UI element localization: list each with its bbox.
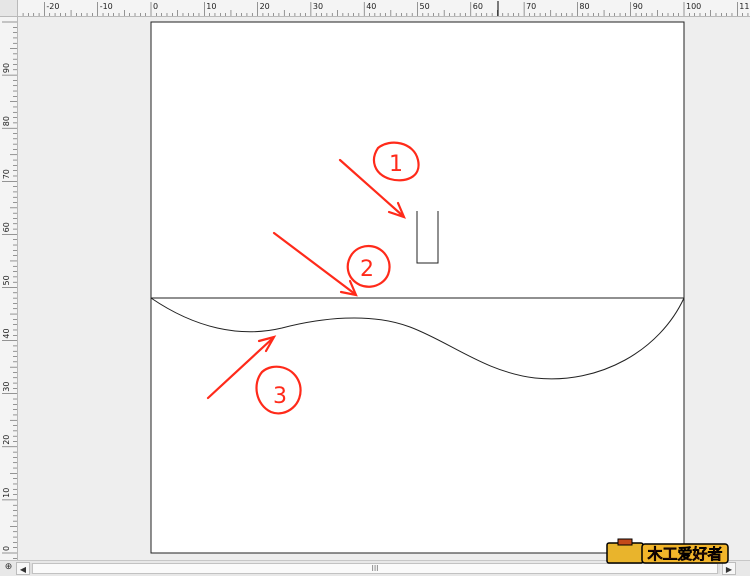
top-ruler-label: -10 <box>100 2 113 11</box>
watermark-graphic: 木工爱好者 <box>606 538 729 564</box>
top-ruler-label: 110 <box>739 2 750 11</box>
left-ruler-label: 90 <box>2 63 11 73</box>
annotation-label-1: 1 <box>389 152 403 177</box>
left-ruler-label: 10 <box>2 488 11 498</box>
top-ruler-ticks: -20 -10 0 10 20 30 40 50 60 70 80 90 100 110 <box>22 2 750 16</box>
site-watermark-logo: 木工爱好者 <box>606 536 730 566</box>
top-ruler-label: 50 <box>420 2 430 11</box>
drawing-svg: -20-100102030405060708090100110 90807060… <box>2 1 750 559</box>
left-ruler-label: 30 <box>2 382 11 392</box>
top-ruler-label: 0 <box>153 2 158 11</box>
top-ruler-label: 100 <box>686 2 701 11</box>
left-ruler-label: 0 <box>2 546 11 551</box>
annotation-label-3: 3 <box>273 384 287 409</box>
top-ruler-label: 80 <box>579 2 589 11</box>
top-ruler-label: 60 <box>473 2 483 11</box>
left-ruler-label: 40 <box>2 328 11 338</box>
top-ruler-label: 70 <box>526 2 536 11</box>
top-ruler-label: 30 <box>313 2 323 11</box>
top-ruler-label: 10 <box>206 2 216 11</box>
svg-text:木工爱好者: 木工爱好者 <box>646 545 722 563</box>
left-ruler-label: 80 <box>2 116 11 126</box>
navigator-icon[interactable]: ⊕ <box>1 561 16 574</box>
scroll-left-button[interactable]: ◀ <box>16 562 30 575</box>
top-ruler-label: 20 <box>260 2 270 11</box>
paper-sheet[interactable] <box>150 21 685 554</box>
left-ruler-label: 50 <box>2 275 11 285</box>
top-ruler-label: 40 <box>366 2 376 11</box>
left-ruler-label: 60 <box>2 222 11 232</box>
left-ruler-label: 70 <box>2 169 11 179</box>
left-ruler-label: 20 <box>2 435 11 445</box>
top-ruler-label: 90 <box>633 2 643 11</box>
annotation-label-2: 2 <box>360 257 374 282</box>
top-ruler-label: -20 <box>46 2 59 11</box>
left-ruler-ticks: 90 80 70 60 50 40 30 20 10 0 <box>2 21 17 559</box>
